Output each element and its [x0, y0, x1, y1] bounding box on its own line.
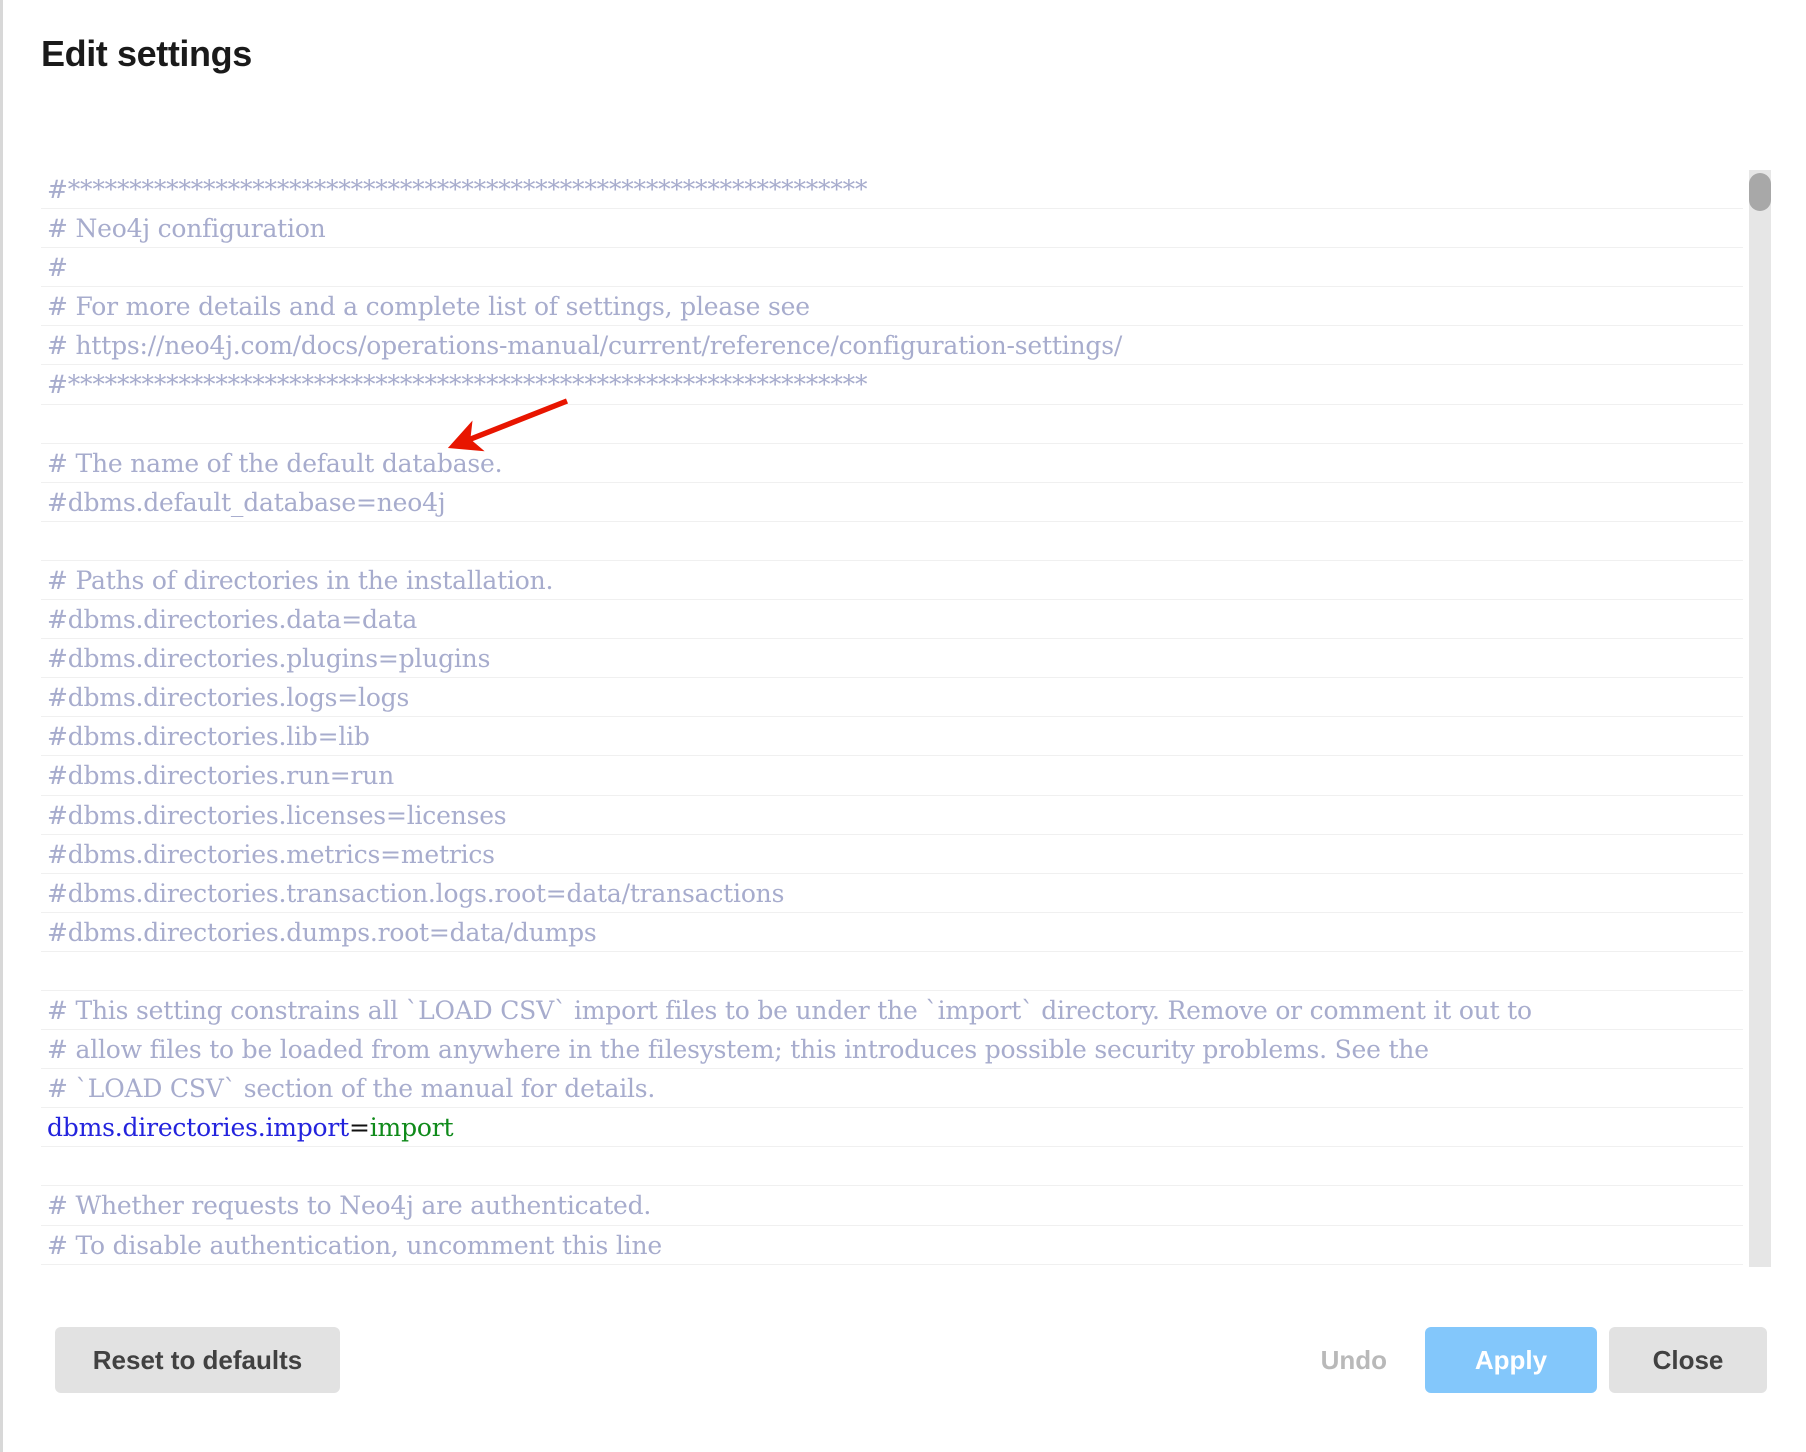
- code-line[interactable]: #dbms.directories.metrics=metrics: [41, 835, 1743, 874]
- code-line[interactable]: #dbms.directories.run=run: [41, 756, 1743, 796]
- code-line[interactable]: #***************************************…: [41, 170, 1743, 210]
- code-line[interactable]: # This setting constrains all `LOAD CSV`…: [41, 991, 1743, 1031]
- reset-to-defaults-button[interactable]: Reset to defaults: [55, 1326, 340, 1393]
- code-line[interactable]: # Neo4j configuration: [41, 209, 1743, 249]
- code-line[interactable]: [41, 1147, 1743, 1187]
- code-line[interactable]: #dbms.directories.transaction.logs.root=…: [41, 874, 1743, 913]
- code-line[interactable]: # `LOAD CSV` section of the manual for d…: [41, 1069, 1743, 1109]
- code-line[interactable]: #dbms.default_database=neo4j: [41, 483, 1743, 522]
- code-line[interactable]: #dbms.directories.lib=lib: [41, 717, 1743, 757]
- setting-key: dbms.directories.import: [47, 1113, 350, 1143]
- apply-button[interactable]: Apply: [1425, 1326, 1597, 1393]
- code-line[interactable]: # For more details and a complete list o…: [41, 287, 1743, 327]
- code-line[interactable]: #***************************************…: [41, 365, 1743, 405]
- editor-scrollbar-thumb[interactable]: [1749, 173, 1771, 211]
- dialog-footer: Reset to defaults Undo Apply Close: [3, 1267, 1806, 1452]
- code-line[interactable]: #dbms.directories.dumps.root=data/dumps: [41, 913, 1743, 952]
- edit-settings-dialog: Edit settings #*************************…: [0, 0, 1806, 1452]
- settings-editor[interactable]: #***************************************…: [41, 170, 1771, 1267]
- footer-action-group: Undo Apply Close: [1295, 1326, 1767, 1393]
- code-line[interactable]: # To disable authentication, uncomment t…: [41, 1226, 1743, 1265]
- code-line[interactable]: [41, 405, 1743, 444]
- code-line[interactable]: # The name of the default database.: [41, 444, 1743, 483]
- page-title: Edit settings: [41, 33, 252, 74]
- close-button[interactable]: Close: [1609, 1326, 1767, 1393]
- undo-button[interactable]: Undo: [1295, 1327, 1413, 1393]
- setting-value: import: [369, 1113, 454, 1143]
- editor-scrollbar[interactable]: [1749, 170, 1771, 1267]
- code-line[interactable]: # https://neo4j.com/docs/operations-manu…: [41, 326, 1743, 366]
- code-line[interactable]: #dbms.directories.plugins=plugins: [41, 639, 1743, 679]
- code-line[interactable]: # Paths of directories in the installati…: [41, 561, 1743, 601]
- code-line[interactable]: #dbms.directories.licenses=licenses: [41, 796, 1743, 835]
- code-line[interactable]: #dbms.directories.logs=logs: [41, 678, 1743, 718]
- code-line[interactable]: # Whether requests to Neo4j are authenti…: [41, 1186, 1743, 1226]
- code-line[interactable]: dbms.directories.import=import: [41, 1108, 1743, 1148]
- code-line[interactable]: [41, 522, 1743, 561]
- code-line[interactable]: # allow files to be loaded from anywhere…: [41, 1030, 1743, 1070]
- setting-equals: =: [349, 1113, 370, 1143]
- code-editor-area[interactable]: #***************************************…: [41, 170, 1743, 1267]
- code-line[interactable]: #dbms.directories.data=data: [41, 600, 1743, 640]
- code-line[interactable]: [41, 952, 1743, 991]
- code-line[interactable]: #: [41, 248, 1743, 288]
